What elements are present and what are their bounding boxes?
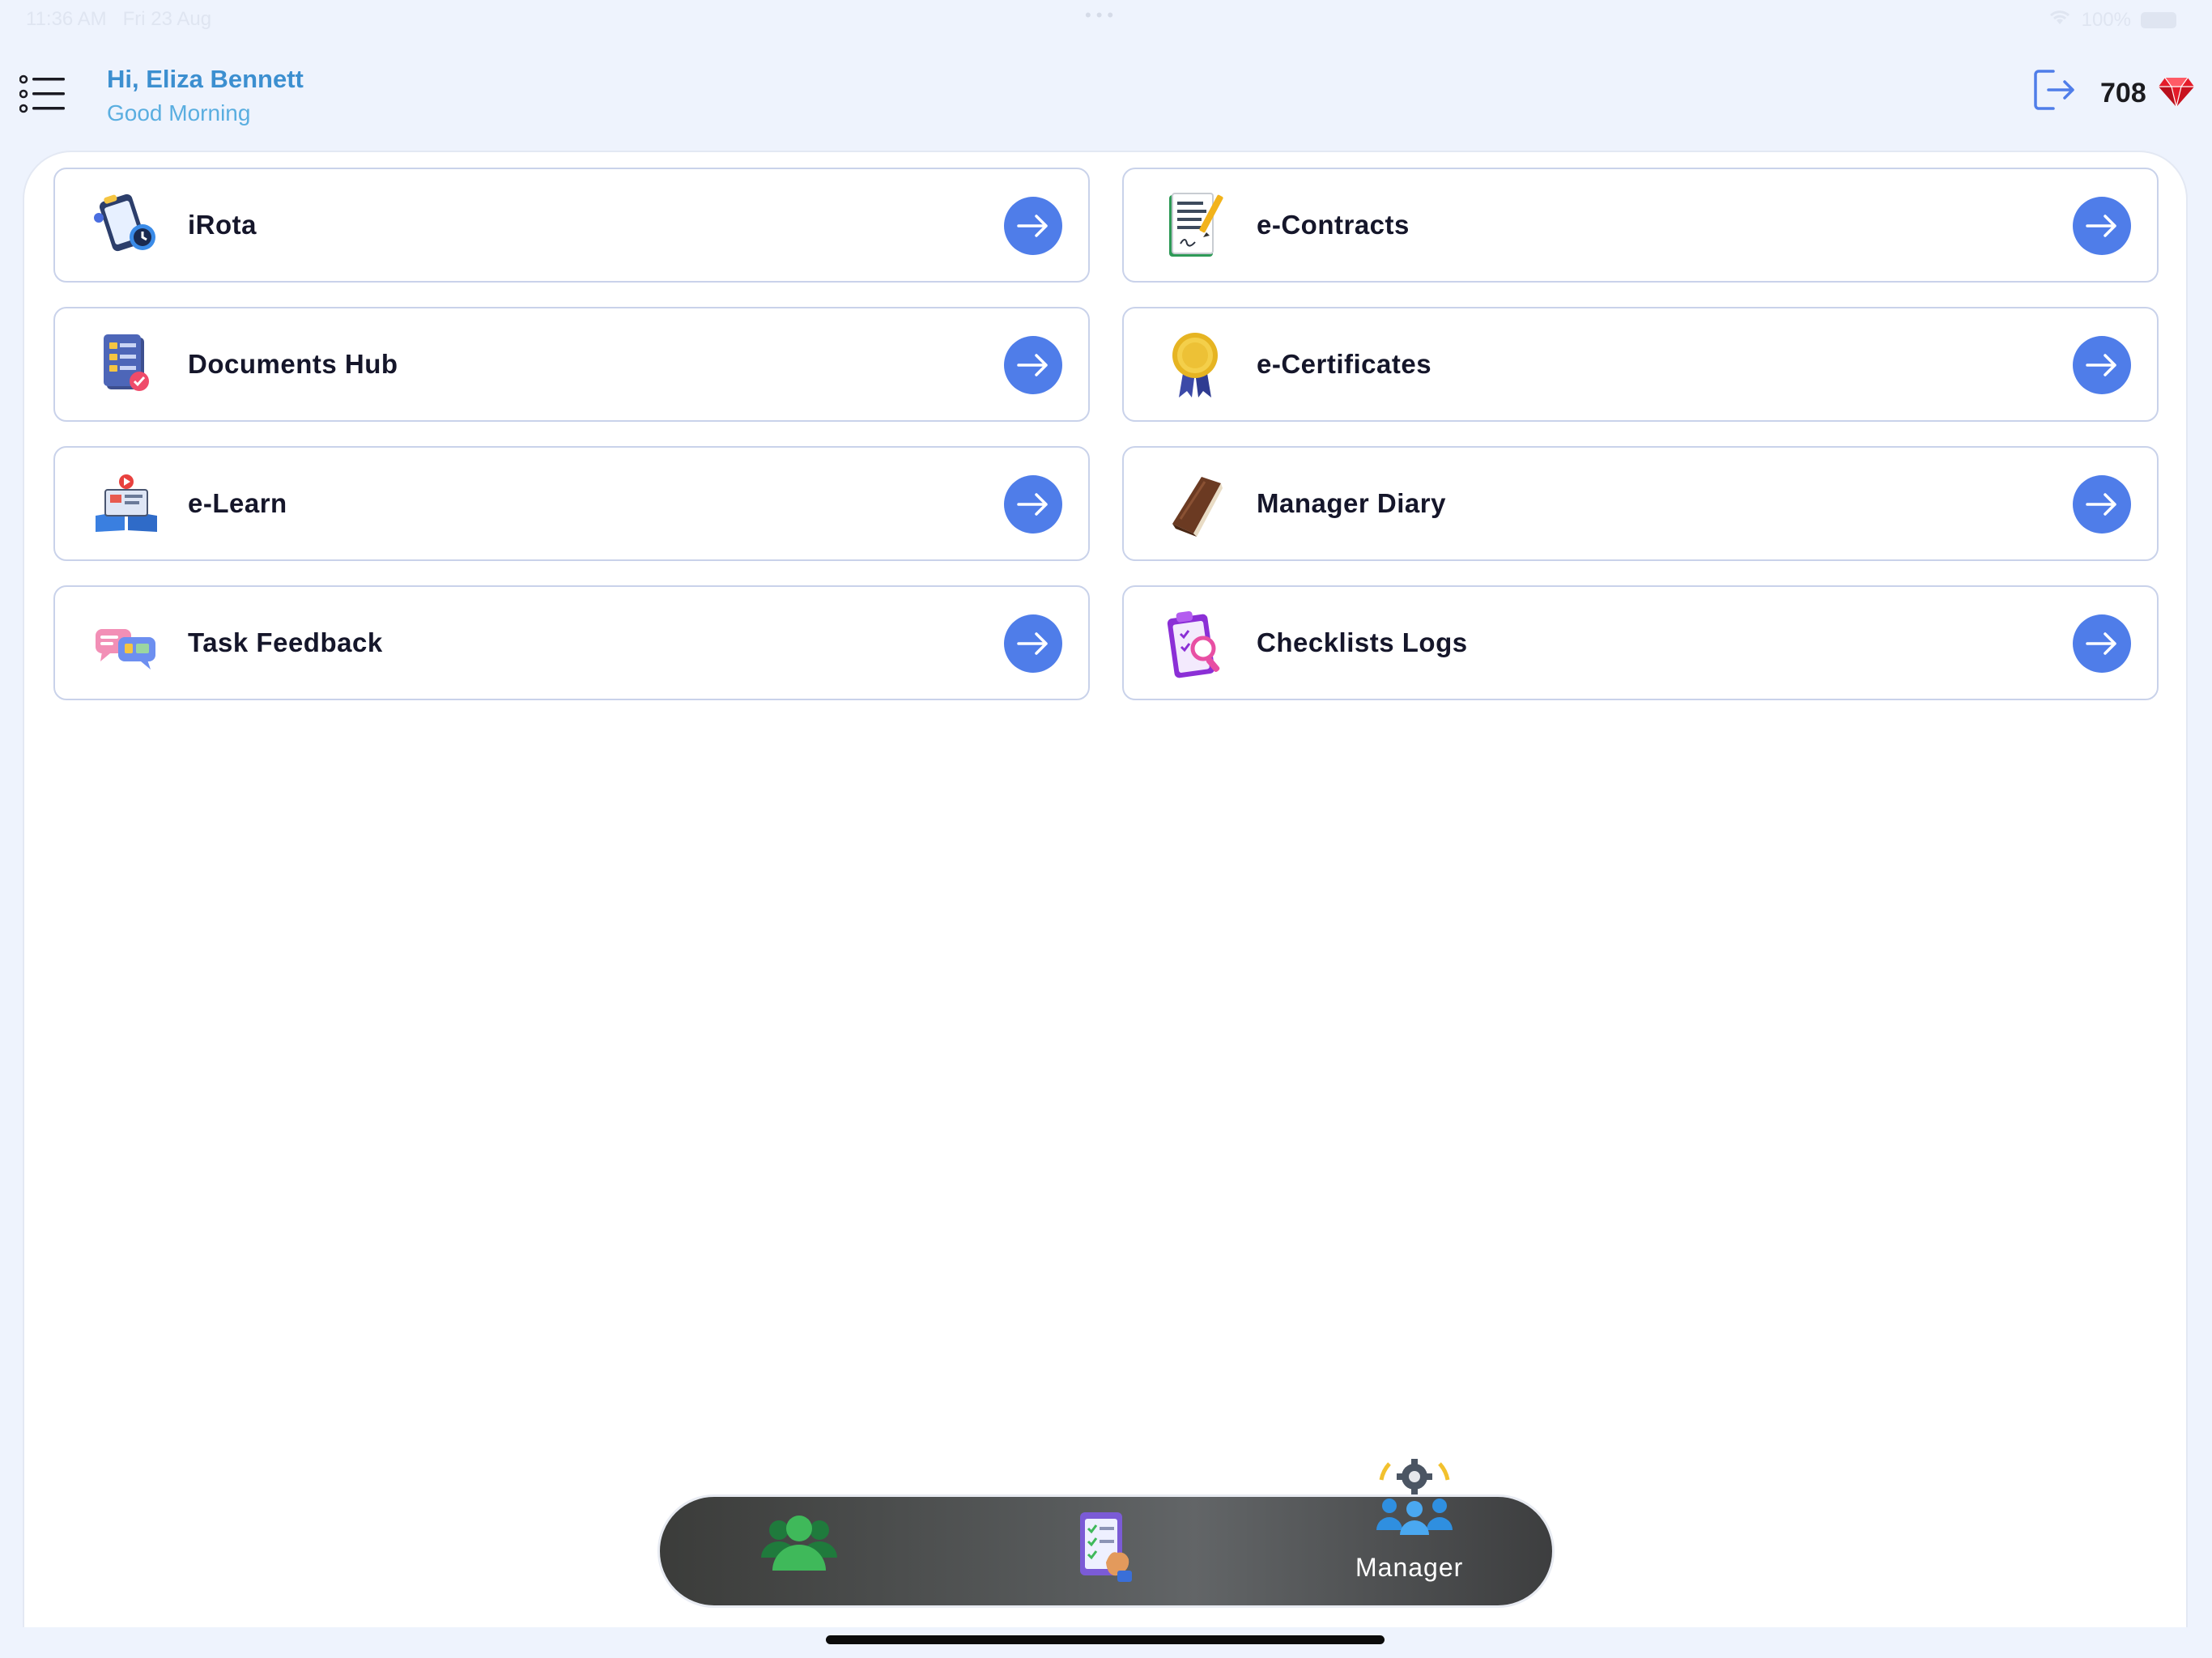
arrow-right-icon[interactable] <box>1004 197 1062 255</box>
module-label: iRota <box>188 210 257 240</box>
points-count: 708 <box>2100 78 2146 108</box>
arrow-right-icon[interactable] <box>2073 614 2131 673</box>
status-bar: 11:36 AM Fri 23 Aug ••• 100% <box>0 0 2212 39</box>
module-label: e-Certificates <box>1257 349 1432 379</box>
status-time: 11:36 AM Fri 23 Aug <box>26 8 212 30</box>
nav-item-manager[interactable] <box>1370 1456 1459 1537</box>
feedback-chat-icon <box>96 629 155 670</box>
logout-icon <box>2034 70 2074 110</box>
battery-percent: 100% <box>2081 8 2131 31</box>
module-card-e-learn[interactable]: e-Learn <box>53 446 1090 561</box>
checklist-search-icon <box>1167 610 1220 678</box>
checklist-hand-icon <box>1080 1512 1132 1582</box>
module-card-documents-hub[interactable]: Documents Hub <box>53 307 1090 422</box>
team-people-icon <box>761 1516 837 1571</box>
module-label: Manager Diary <box>1257 488 1446 518</box>
module-card-e-certificates[interactable]: e-Certificates <box>1122 307 2159 422</box>
nav-item-team[interactable] <box>755 1512 844 1577</box>
module-label: e-Contracts <box>1257 210 1410 240</box>
contract-document-icon <box>1169 193 1223 257</box>
manager-gear-people-icon <box>1376 1459 1453 1535</box>
module-card-e-contracts[interactable]: e-Contracts <box>1122 168 2159 283</box>
greeting-subtitle: Good Morning <box>107 100 251 125</box>
documents-hub-icon <box>104 334 149 391</box>
arrow-right-icon[interactable] <box>1004 475 1062 534</box>
module-card-irota[interactable]: iRota <box>53 168 1090 283</box>
greeting-name: Hi, Eliza Bennett <box>107 65 304 93</box>
arrow-right-icon[interactable] <box>2073 197 2131 255</box>
arrow-right-icon[interactable] <box>2073 475 2131 534</box>
elearning-book-icon <box>96 474 157 532</box>
status-right: 100% <box>2048 8 2176 32</box>
list-menu-icon <box>19 74 65 113</box>
nav-item-checklist[interactable] <box>1074 1506 1135 1584</box>
module-card-task-feedback[interactable]: Task Feedback <box>53 585 1090 700</box>
arrow-right-icon[interactable] <box>1004 614 1062 673</box>
module-card-checklists-logs[interactable]: Checklists Logs <box>1122 585 2159 700</box>
ruby-gem-icon <box>2159 77 2194 108</box>
wifi-icon <box>2048 8 2072 32</box>
module-label: Checklists Logs <box>1257 627 1468 657</box>
home-indicator[interactable] <box>826 1635 1385 1644</box>
nav-label-manager: Manager <box>1355 1553 1464 1582</box>
status-date: Fri 23 Aug <box>122 8 212 30</box>
multitasking-dots[interactable]: ••• <box>1085 5 1118 26</box>
logout-button[interactable] <box>2031 66 2078 113</box>
diary-book-icon <box>1172 477 1223 537</box>
module-card-manager-diary[interactable]: Manager Diary <box>1122 446 2159 561</box>
battery-icon <box>2141 11 2176 28</box>
arrow-right-icon[interactable] <box>1004 336 1062 394</box>
award-medal-icon <box>1172 333 1218 397</box>
module-label: e-Learn <box>188 488 287 518</box>
module-label: Task Feedback <box>188 627 383 657</box>
rota-schedule-icon <box>94 193 155 252</box>
arrow-right-icon[interactable] <box>2073 336 2131 394</box>
menu-button[interactable] <box>19 74 66 115</box>
module-label: Documents Hub <box>188 349 398 379</box>
